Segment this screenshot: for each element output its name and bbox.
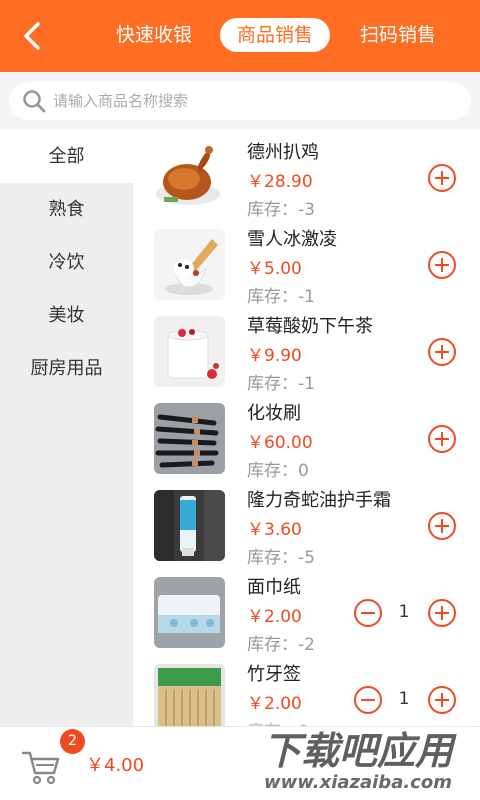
quantity-value: 1: [398, 689, 410, 709]
product-price: ￥5.00: [247, 259, 302, 279]
add-circle-icon[interactable]: [427, 685, 457, 715]
back-button[interactable]: [14, 16, 50, 56]
watermark-text: 下载吧应用: [263, 729, 457, 773]
tab-quick-checkout[interactable]: 快速收银: [106, 18, 202, 52]
cart-total: ￥4.00: [86, 755, 145, 776]
category-all[interactable]: 全部: [0, 130, 133, 183]
add-circle-icon[interactable]: [427, 337, 457, 367]
product-image: [154, 316, 225, 387]
product-stock: 库存：-5: [247, 548, 315, 568]
product-item[interactable]: 隆力奇蛇油护手霜 ￥3.60 库存：-5: [133, 484, 480, 570]
watermark-url: www.xiazaiba.com: [264, 772, 452, 793]
product-name: 德州扒鸡: [247, 142, 319, 163]
product-stock: 库存：-2: [247, 635, 315, 655]
product-image: [154, 577, 225, 648]
search-bar[interactable]: [9, 82, 471, 120]
back-arrow-icon: [24, 22, 40, 50]
product-stock: 库存：-3: [247, 200, 315, 220]
add-circle-icon[interactable]: [427, 163, 457, 193]
search-input[interactable]: [53, 92, 433, 110]
product-stock: 库存：0: [247, 461, 309, 481]
minus-circle-icon[interactable]: [353, 685, 383, 715]
product-name: 雪人冰激凌: [247, 229, 337, 250]
product-stock: 库存：-1: [247, 374, 315, 394]
category-sidebar: 全部 熟食 冷饮 美妆 厨房用品: [0, 130, 133, 726]
product-image: [154, 142, 225, 213]
product-stock: 库存：-1: [247, 287, 315, 307]
product-price: ￥60.00: [247, 433, 313, 453]
cart-count-badge: 2: [60, 729, 85, 754]
product-item[interactable]: 德州扒鸡 ￥28.90 库存：-3: [133, 136, 480, 222]
minus-circle-icon[interactable]: [353, 598, 383, 628]
product-image: [154, 664, 225, 726]
add-circle-icon[interactable]: [427, 511, 457, 541]
product-price: ￥2.00: [247, 694, 302, 714]
category-deli[interactable]: 熟食: [0, 183, 133, 236]
category-beauty[interactable]: 美妆: [0, 289, 133, 342]
add-circle-icon[interactable]: [427, 598, 457, 628]
product-price: ￥9.90: [247, 346, 302, 366]
product-item[interactable]: 化妆刷 ￥60.00 库存：0: [133, 397, 480, 483]
product-name: 草莓酸奶下午茶: [247, 316, 373, 337]
product-name: 化妆刷: [247, 403, 301, 424]
search-icon: [23, 90, 46, 113]
category-kitchen[interactable]: 厨房用品: [0, 342, 133, 395]
add-circle-icon[interactable]: [427, 250, 457, 280]
product-list: 德州扒鸡 ￥28.90 库存：-3 雪人冰激凌 ￥5.00 库存：-1 草莓酸奶…: [133, 130, 480, 726]
watermark-logo: 下载吧应用 www.xiazaiba.com: [240, 722, 476, 793]
product-price: ￥2.00: [247, 607, 302, 627]
product-price: ￥3.60: [247, 520, 302, 540]
product-image: [154, 490, 225, 561]
tab-scan-sales[interactable]: 扫码销售: [350, 18, 446, 52]
product-name: 竹牙签: [247, 664, 301, 685]
product-name: 隆力奇蛇油护手霜: [247, 490, 391, 511]
product-price: ￥28.90: [247, 172, 313, 192]
tab-product-sales[interactable]: 商品销售: [220, 18, 330, 52]
product-image: [154, 403, 225, 474]
product-item[interactable]: 草莓酸奶下午茶 ￥9.90 库存：-1: [133, 310, 480, 396]
product-item[interactable]: 雪人冰激凌 ￥5.00 库存：-1: [133, 223, 480, 309]
cart-icon[interactable]: [20, 745, 62, 787]
add-circle-icon[interactable]: [427, 424, 457, 454]
category-cold-drinks[interactable]: 冷饮: [0, 236, 133, 289]
product-image: [154, 229, 225, 300]
product-item[interactable]: 面巾纸 ￥2.00 库存：-2 1: [133, 571, 480, 657]
top-bar: 快速收银 商品销售 扫码销售: [0, 0, 480, 72]
quantity-value: 1: [398, 602, 410, 622]
product-name: 面巾纸: [247, 577, 301, 598]
